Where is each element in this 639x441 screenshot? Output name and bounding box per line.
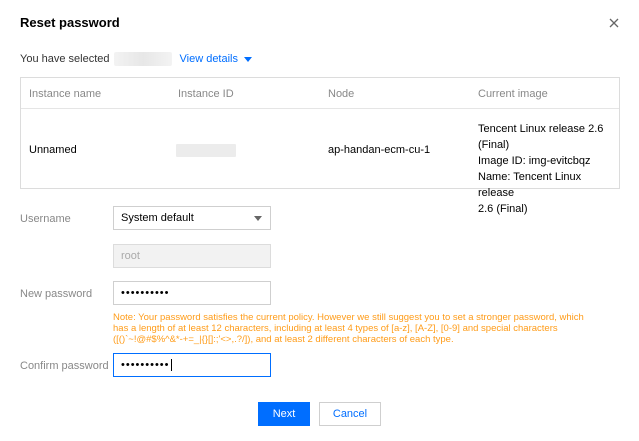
- username-select[interactable]: System default: [113, 206, 271, 230]
- current-image-line: Image ID: img-evitcbqz: [478, 155, 591, 167]
- username-label: Username: [20, 213, 71, 225]
- masked-selection-count: [113, 52, 172, 66]
- current-image-line: Tencent Linux release 2.6 (Final): [478, 123, 604, 151]
- cell-node: ap-handan-ecm-cu-1: [328, 144, 431, 156]
- masked-instance-id: [176, 144, 236, 157]
- header-node: Node: [328, 88, 355, 100]
- new-password-value: ••••••••••: [121, 287, 170, 299]
- header-instance-id: Instance ID: [178, 88, 234, 100]
- text-cursor: [170, 359, 172, 372]
- cell-current-image: Tencent Linux release 2.6 (Final) Image …: [478, 121, 618, 217]
- table-header: Instance name Instance ID Node Current i…: [21, 78, 619, 109]
- username-select-value: System default: [121, 212, 194, 224]
- new-password-input[interactable]: ••••••••••: [113, 281, 271, 305]
- close-icon[interactable]: [606, 15, 622, 31]
- view-details-label: View details: [179, 53, 239, 65]
- confirm-password-input[interactable]: ••••••••••: [113, 353, 271, 377]
- password-policy-note: Note: Your password satisfies the curren…: [113, 312, 584, 345]
- selection-summary: You have selected View details: [20, 51, 252, 67]
- current-image-line: 2.6 (Final): [478, 203, 528, 215]
- cancel-button[interactable]: Cancel: [319, 402, 381, 426]
- selection-prefix: You have selected: [20, 53, 110, 65]
- next-button[interactable]: Next: [258, 402, 310, 426]
- cell-instance-name: Unnamed: [29, 144, 77, 156]
- confirm-password-label: Confirm password: [20, 360, 109, 372]
- confirm-password-value: ••••••••••: [121, 359, 170, 371]
- current-image-line: Name: Tencent Linux release: [478, 171, 582, 199]
- instance-table: Instance name Instance ID Node Current i…: [20, 77, 620, 215]
- header-current-image: Current image: [478, 88, 548, 100]
- chevron-down-icon: [254, 216, 262, 221]
- header-instance-name: Instance name: [29, 88, 102, 100]
- username-field: root: [113, 244, 271, 268]
- view-details-link[interactable]: View details: [179, 53, 252, 65]
- new-password-label: New password: [20, 288, 93, 300]
- dialog-title: Reset password: [20, 15, 120, 30]
- caret-down-icon: [244, 56, 252, 62]
